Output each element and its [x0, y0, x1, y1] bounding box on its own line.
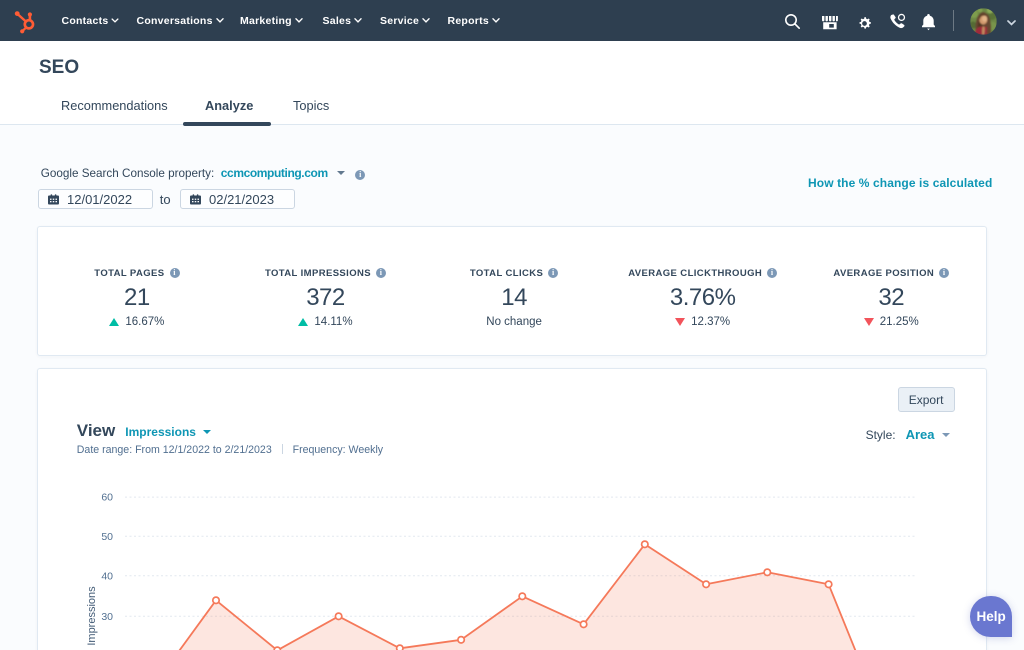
svg-text:60: 60: [101, 491, 113, 503]
svg-text:Impressions: Impressions: [86, 586, 98, 646]
svg-text:30: 30: [101, 610, 113, 622]
svg-text:50: 50: [101, 530, 113, 542]
svg-text:40: 40: [101, 570, 113, 582]
